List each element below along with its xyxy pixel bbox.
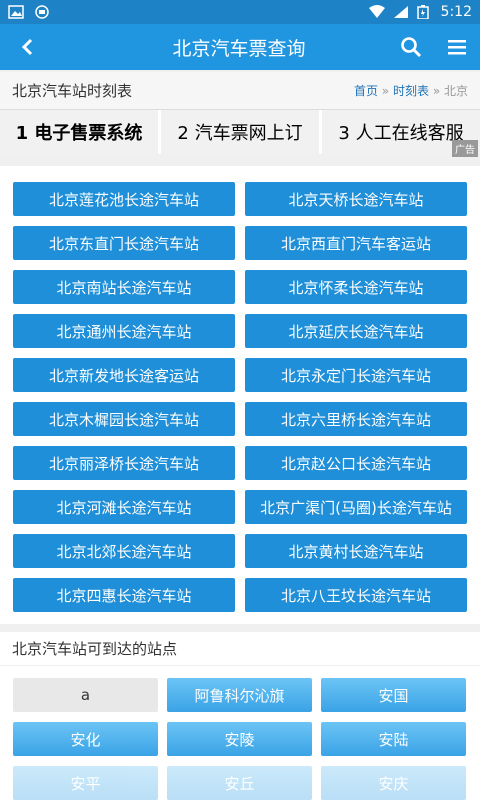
station-button[interactable]: 北京黄村长途汽车站 [245, 534, 467, 568]
station-button[interactable]: 北京天桥长途汽车站 [245, 182, 467, 216]
destination-button[interactable]: a [13, 678, 158, 712]
station-list-card: 北京莲花池长途汽车站 北京天桥长途汽车站 北京东直门长途汽车站 北京西直门汽车客… [0, 166, 480, 624]
breadcrumb-home-link[interactable]: 首页 [354, 84, 378, 98]
page-title: 北京汽车站时刻表 [12, 82, 133, 100]
destination-button[interactable]: 安陆 [321, 722, 466, 756]
destinations-section: 北京汽车站可到达的站点 a 阿鲁科尔沁旗 安国 安化 安陵 安陆 安平 安丘 安… [0, 632, 480, 800]
destination-button[interactable]: 安平 [13, 766, 158, 800]
wifi-icon [368, 5, 385, 19]
station-button[interactable]: 北京河滩长途汽车站 [13, 490, 235, 524]
back-button[interactable] [0, 24, 56, 70]
menu-button[interactable] [434, 24, 480, 70]
destination-button[interactable]: 安丘 [167, 766, 312, 800]
app-notification-icon [34, 5, 50, 19]
station-button[interactable]: 北京新发地长途客运站 [13, 358, 235, 392]
destination-button[interactable]: 安陵 [167, 722, 312, 756]
station-button[interactable]: 北京丽泽桥长途汽车站 [13, 446, 235, 480]
station-button[interactable]: 北京南站长途汽车站 [13, 270, 235, 304]
app-title: 北京汽车票查询 [172, 37, 306, 60]
search-button[interactable] [388, 24, 434, 70]
station-button[interactable]: 北京西直门汽车客运站 [245, 226, 467, 260]
app-bar: 北京汽车票查询 [0, 24, 480, 70]
destination-button[interactable]: 阿鲁科尔沁旗 [167, 678, 312, 712]
destination-button[interactable]: 安化 [13, 722, 158, 756]
station-button[interactable]: 北京怀柔长途汽车站 [245, 270, 467, 304]
station-button[interactable]: 北京广渠门(马圈)长途汽车站 [245, 490, 467, 524]
breadcrumb-separator: » [381, 84, 390, 98]
page-header: 北京汽车站时刻表 首页 » 时刻表 » 北京 [0, 72, 480, 110]
station-button[interactable]: 北京通州长途汽车站 [13, 314, 235, 348]
breadcrumb-timetable-link[interactable]: 时刻表 [393, 84, 429, 98]
ad-link-online-booking[interactable]: 2 汽车票网上订 [161, 110, 319, 154]
signal-icon [393, 5, 409, 19]
menu-icon [448, 40, 466, 55]
breadcrumb: 首页 » 时刻表 » 北京 [354, 82, 468, 99]
breadcrumb-separator: » [432, 84, 441, 98]
breadcrumb-current: 北京 [443, 84, 468, 98]
destination-button[interactable]: 安国 [321, 678, 466, 712]
search-icon [401, 37, 422, 58]
status-time: 5:12 [440, 4, 472, 20]
destination-button[interactable]: 安庆 [321, 766, 466, 800]
ad-label: 广告 [452, 140, 478, 157]
station-button[interactable]: 北京赵公口长途汽车站 [245, 446, 467, 480]
station-grid: 北京莲花池长途汽车站 北京天桥长途汽车站 北京东直门长途汽车站 北京西直门汽车客… [13, 182, 467, 612]
station-button[interactable]: 北京八王坟长途汽车站 [245, 578, 467, 612]
station-button[interactable]: 北京延庆长途汽车站 [245, 314, 467, 348]
station-button[interactable]: 北京四惠长途汽车站 [13, 578, 235, 612]
station-button[interactable]: 北京莲花池长途汽车站 [13, 182, 235, 216]
station-button[interactable]: 北京木樨园长途汽车站 [13, 402, 235, 436]
back-arrow-icon [21, 38, 33, 56]
destination-grid: a 阿鲁科尔沁旗 安国 安化 安陵 安陆 安平 安丘 安庆 [13, 678, 467, 800]
ad-link-ticket-system[interactable]: 1 电子售票系统 [0, 110, 158, 154]
station-button[interactable]: 北京六里桥长途汽车站 [245, 402, 467, 436]
status-bar: 5:12 [0, 0, 480, 24]
ad-banner: 1 电子售票系统 2 汽车票网上订 3 人工在线客服 [0, 110, 480, 154]
battery-icon [416, 5, 433, 20]
section-header: 北京汽车站可到达的站点 [0, 632, 480, 666]
station-button[interactable]: 北京东直门长途汽车站 [13, 226, 235, 260]
station-button[interactable]: 北京北郊长途汽车站 [13, 534, 235, 568]
image-notification-icon [8, 5, 24, 19]
station-button[interactable]: 北京永定门长途汽车站 [245, 358, 467, 392]
